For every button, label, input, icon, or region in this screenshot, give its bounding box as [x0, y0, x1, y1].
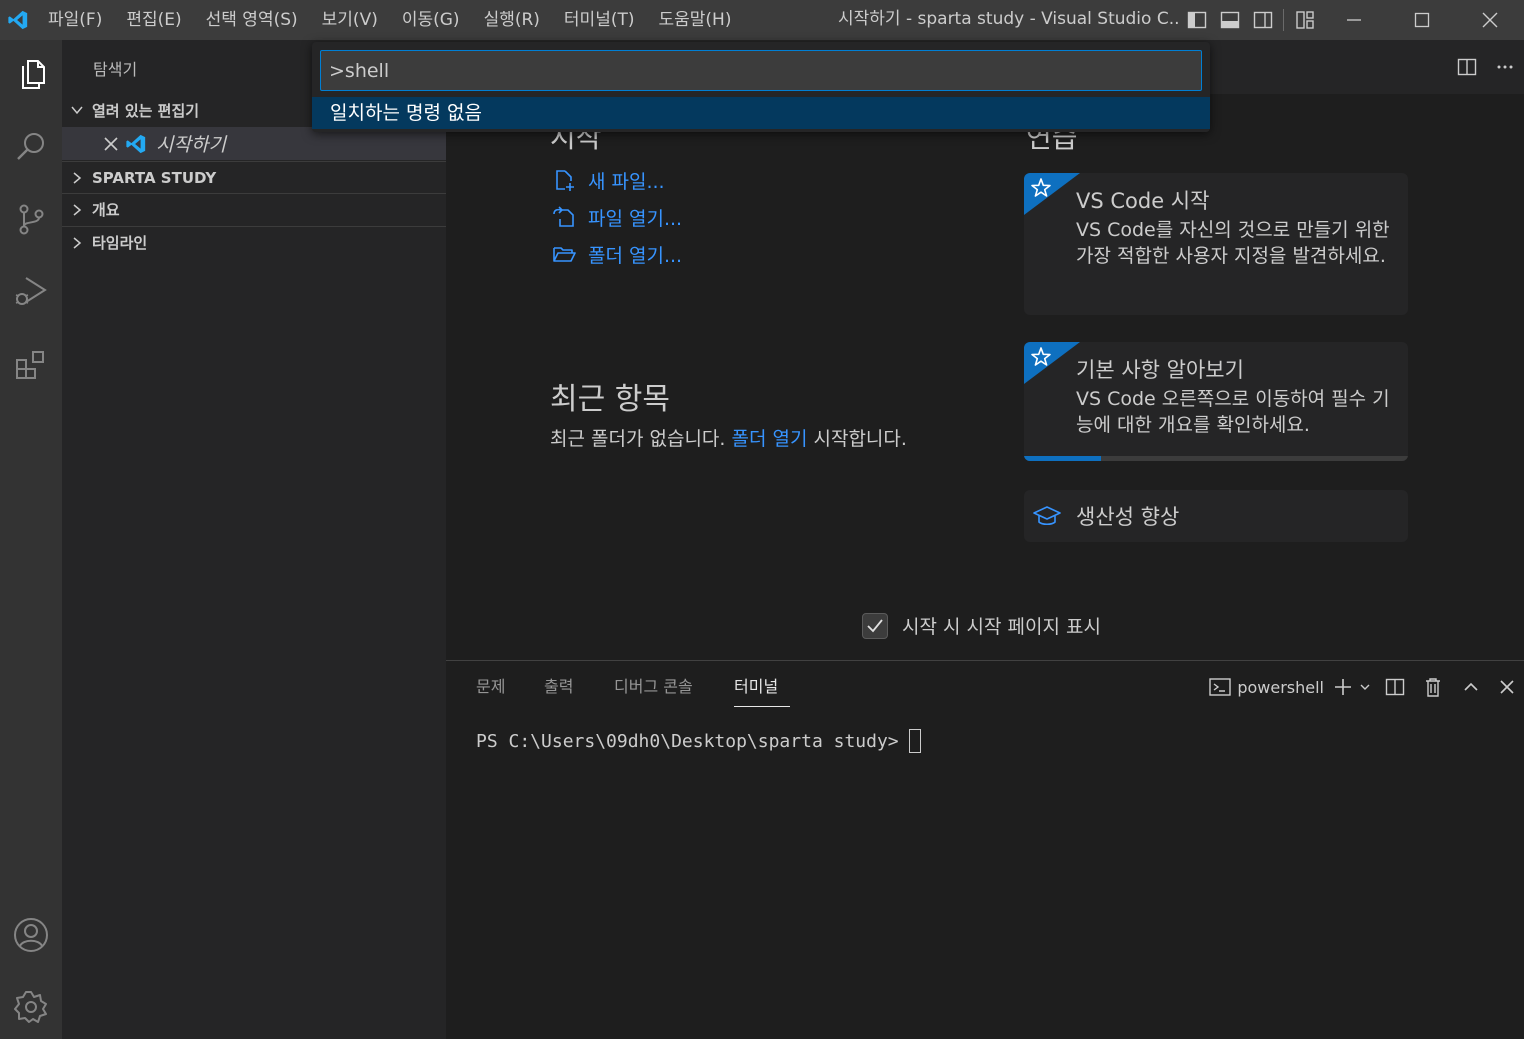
open-file-link[interactable]: 파일 열기... — [552, 202, 682, 232]
recent-empty-text: 최근 폴더가 없습니다. 폴더 열기 시작합니다. — [550, 424, 907, 451]
terminal-icon — [1209, 677, 1232, 697]
source-control-icon[interactable] — [0, 188, 62, 250]
split-editor-icon[interactable] — [1448, 57, 1486, 77]
show-on-startup-checkbox[interactable] — [862, 612, 888, 639]
sidebar-title: 탐색기 — [93, 60, 138, 79]
menu-selection[interactable]: 선택 영역(S) — [194, 0, 310, 40]
vscode-file-icon — [122, 133, 150, 155]
open-file-label: 파일 열기... — [588, 207, 683, 230]
minimize-icon[interactable] — [1320, 0, 1388, 40]
shell-name: powershell — [1237, 677, 1324, 697]
split-terminal-icon[interactable] — [1376, 677, 1414, 697]
menu-go[interactable]: 이동(G) — [390, 0, 472, 40]
tab-problems[interactable]: 문제 — [476, 675, 505, 707]
menu-bar: 파일(F) 편집(E) 선택 영역(S) 보기(V) 이동(G) 실행(R) 터… — [36, 0, 743, 40]
new-terminal-dropdown[interactable] — [1330, 677, 1376, 697]
explorer-sidebar: 탐색기 열려 있는 편집기 시작하기 SPARTA STUDY 개요 타임라인 — [62, 40, 446, 1039]
terminal-shell-selector[interactable]: powershell — [1209, 677, 1324, 697]
tab-output[interactable]: 출력 — [544, 675, 573, 707]
open-editors-label: 열려 있는 편집기 — [92, 101, 200, 120]
card-description: VS Code 오른쪽으로 이동하여 필수 기능에 대한 개요를 확인하세요. — [1076, 388, 1390, 436]
section-label: 타임라인 — [92, 234, 148, 252]
star-icon — [1030, 177, 1052, 203]
terminal-output[interactable]: PS C:\Users\09dh0\Desktop\sparta study> — [476, 729, 921, 753]
tab-debug-console[interactable]: 디버그 콘솔 — [614, 675, 693, 707]
card-title: VS Code 시작 — [1076, 189, 1210, 213]
chevron-right-icon — [62, 236, 92, 250]
palette-result-item[interactable]: 일치하는 명령 없음 — [312, 97, 1210, 129]
extensions-icon[interactable] — [0, 334, 62, 396]
command-palette: 일치하는 명령 없음 — [312, 42, 1210, 132]
command-palette-input[interactable] — [320, 50, 1202, 91]
terminal-prompt: PS C:\Users\09dh0\Desktop\sparta study> — [476, 730, 899, 752]
terminal-cursor — [908, 729, 921, 753]
menu-edit[interactable]: 편집(E) — [114, 0, 193, 40]
progress-fill — [1024, 456, 1101, 461]
vscode-logo-icon — [0, 0, 36, 40]
window-title: 시작하기 - sparta study - Visual Studio C... — [838, 9, 1178, 29]
open-folder-inline-link[interactable]: 폴더 열기 — [731, 428, 807, 450]
close-window-icon[interactable] — [1456, 0, 1524, 40]
walkthrough-card-get-started[interactable]: VS Code 시작 VS Code를 자신의 것으로 만들기 위한 가장 적합… — [1024, 173, 1408, 315]
customize-layout-icon[interactable] — [1288, 0, 1321, 40]
toggle-panel-icon[interactable] — [1213, 0, 1246, 40]
settings-gear-icon[interactable] — [0, 976, 62, 1038]
open-folder-icon — [552, 242, 588, 266]
tab-terminal[interactable]: 터미널 — [734, 675, 790, 707]
menu-view[interactable]: 보기(V) — [310, 0, 390, 40]
menu-run[interactable]: 실행(R) — [472, 0, 552, 40]
show-on-startup-label: 시작 시 시작 페이지 표시 — [902, 616, 1101, 638]
card-title: 생산성 향상 — [1076, 505, 1180, 529]
accounts-icon[interactable] — [0, 904, 62, 966]
walkthrough-card-productivity[interactable]: 생산성 향상 — [1024, 490, 1408, 542]
show-on-startup-row[interactable]: 시작 시 시작 페이지 표시 — [862, 612, 1101, 639]
walkthrough-card-fundamentals[interactable]: 기본 사항 알아보기 VS Code 오른쪽으로 이동하여 필수 기능에 대한 … — [1024, 342, 1408, 461]
card-title: 기본 사항 알아보기 — [1076, 358, 1244, 382]
menu-help[interactable]: 도움말(H) — [647, 0, 744, 40]
open-folder-label: 폴더 열기... — [588, 244, 683, 267]
toggle-primary-sidebar-icon[interactable] — [1180, 0, 1213, 40]
toggle-secondary-sidebar-icon[interactable] — [1246, 0, 1279, 40]
section-label: 개요 — [92, 201, 120, 219]
mortarboard-icon — [1032, 504, 1062, 532]
section-label: SPARTA STUDY — [92, 168, 217, 187]
chevron-right-icon — [62, 171, 92, 185]
menu-terminal[interactable]: 터미널(T) — [552, 0, 647, 40]
recent-text-after: 시작합니다. — [807, 428, 907, 450]
sidebar-item-timeline[interactable]: 타임라인 — [62, 226, 446, 258]
search-icon[interactable] — [0, 116, 62, 178]
maximize-panel-icon[interactable] — [1452, 679, 1490, 695]
divider — [1283, 9, 1284, 31]
close-icon[interactable] — [100, 136, 122, 151]
card-description: VS Code를 자신의 것으로 만들기 위한 가장 적합한 사용자 지정을 발… — [1076, 219, 1390, 267]
trash-icon[interactable] — [1414, 677, 1452, 697]
new-file-label: 새 파일... — [588, 170, 665, 193]
bottom-panel: 문제 출력 디버그 콘솔 터미널 powershell PS C:\Users\… — [446, 660, 1524, 1039]
chevron-down-icon — [62, 103, 92, 117]
recent-text-before: 최근 폴더가 없습니다. — [550, 428, 732, 450]
open-folder-link[interactable]: 폴더 열기... — [552, 239, 682, 269]
progress-bar — [1024, 456, 1408, 461]
maximize-icon[interactable] — [1388, 0, 1456, 40]
menu-file[interactable]: 파일(F) — [36, 0, 114, 40]
close-panel-icon[interactable] — [1490, 680, 1524, 694]
welcome-editor: 시작 연습 새 파일... 파일 열기... 폴더 열기... 최근 항목 최근… — [446, 40, 1524, 660]
run-debug-icon[interactable] — [0, 260, 62, 322]
new-file-link[interactable]: 새 파일... — [552, 165, 665, 195]
more-actions-icon[interactable] — [1486, 57, 1524, 77]
activity-bar — [0, 40, 62, 1039]
chevron-right-icon — [62, 203, 92, 217]
star-icon — [1030, 346, 1052, 372]
new-file-icon — [552, 168, 588, 192]
sidebar-item-outline[interactable]: 개요 — [62, 193, 446, 225]
recent-heading: 최근 항목 — [550, 382, 670, 417]
sidebar-item-sparta-study[interactable]: SPARTA STUDY — [62, 161, 446, 193]
open-file-icon — [552, 205, 588, 229]
explorer-icon[interactable] — [0, 44, 62, 106]
title-bar: 파일(F) 편집(E) 선택 영역(S) 보기(V) 이동(G) 실행(R) 터… — [0, 0, 1524, 40]
open-editor-name: 시작하기 — [156, 134, 226, 156]
